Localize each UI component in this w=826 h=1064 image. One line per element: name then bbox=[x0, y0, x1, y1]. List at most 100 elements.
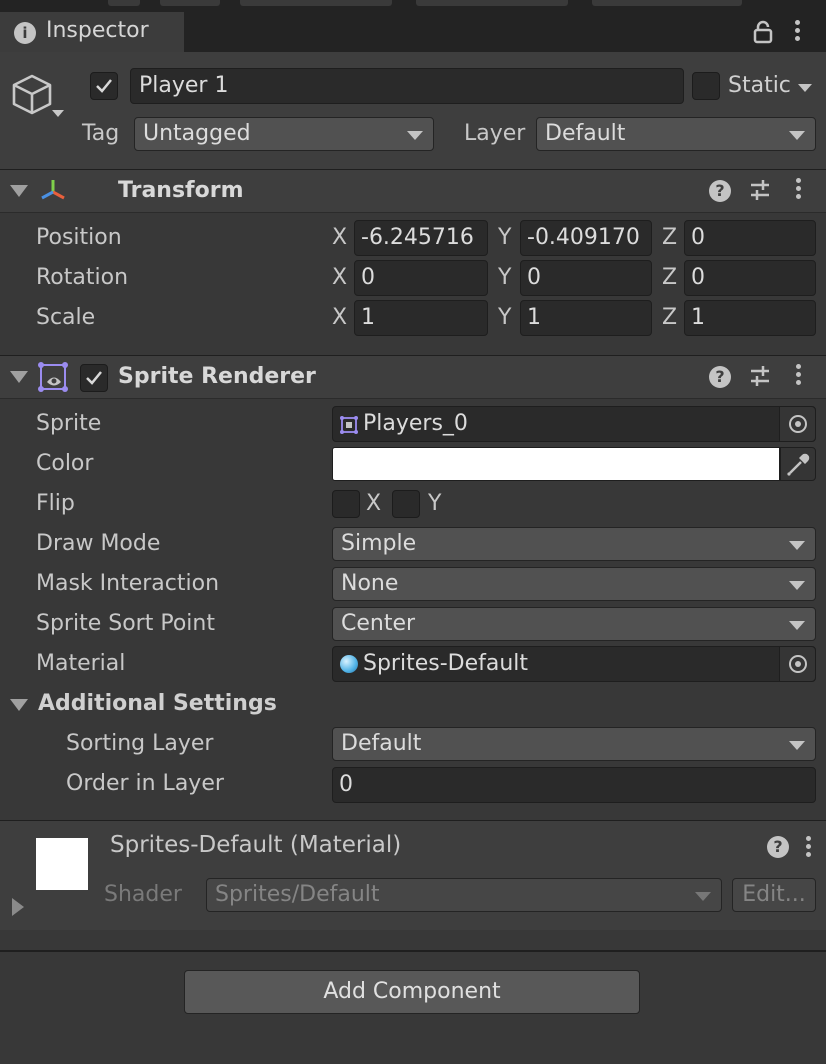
rotation-y-field[interactable]: 0 bbox=[520, 260, 652, 296]
help-icon[interactable]: ? bbox=[709, 180, 731, 202]
sorting-layer-dropdown[interactable]: Default bbox=[332, 727, 816, 761]
sorting-layer-label: Sorting Layer bbox=[66, 731, 214, 756]
layer-value: Default bbox=[545, 121, 626, 146]
lock-icon[interactable] bbox=[752, 20, 774, 44]
sprite-sort-point-value: Center bbox=[341, 611, 416, 636]
tag-label: Tag bbox=[82, 121, 120, 146]
kebab-menu-icon[interactable] bbox=[796, 178, 802, 202]
mask-interaction-value: None bbox=[341, 571, 399, 596]
axis-z-label: Z bbox=[662, 225, 678, 250]
sprite-renderer-title: Sprite Renderer bbox=[118, 364, 316, 389]
flip-x-checkbox[interactable] bbox=[332, 490, 360, 518]
scale-x-field[interactable]: 1 bbox=[354, 300, 488, 336]
rotation-z-field[interactable]: 0 bbox=[684, 260, 816, 296]
draw-mode-dropdown[interactable]: Simple bbox=[332, 527, 816, 561]
help-icon[interactable]: ? bbox=[767, 836, 789, 858]
axis-y-label: Y bbox=[498, 265, 512, 290]
material-label: Material bbox=[36, 651, 126, 676]
shader-dropdown[interactable]: Sprites/Default bbox=[206, 878, 722, 912]
additional-settings-label[interactable]: Additional Settings bbox=[38, 691, 277, 716]
shader-edit-button[interactable]: Edit... bbox=[732, 878, 816, 912]
axis-x-label: X bbox=[332, 265, 348, 290]
mask-interaction-dropdown[interactable]: None bbox=[332, 567, 816, 601]
sprite-renderer-foldout-icon[interactable] bbox=[10, 371, 28, 383]
transform-title: Transform bbox=[118, 178, 244, 203]
material-object-field[interactable]: Sprites-Default bbox=[332, 646, 816, 682]
chevron-down-icon bbox=[695, 892, 711, 901]
preset-sliders-icon[interactable] bbox=[748, 364, 772, 388]
shader-label: Shader bbox=[104, 882, 182, 907]
sprite-renderer-enabled-checkbox[interactable] bbox=[80, 364, 108, 392]
color-label: Color bbox=[36, 451, 94, 476]
draw-mode-label: Draw Mode bbox=[36, 531, 161, 556]
layer-label: Layer bbox=[464, 121, 526, 146]
sprite-renderer-icon bbox=[38, 362, 70, 392]
tab-label: Inspector bbox=[46, 18, 149, 43]
help-icon[interactable]: ? bbox=[709, 366, 731, 388]
material-value: Sprites-Default bbox=[363, 651, 529, 676]
sorting-layer-value: Default bbox=[341, 731, 422, 756]
gameobject-active-checkbox[interactable] bbox=[90, 72, 118, 100]
object-picker-icon[interactable] bbox=[779, 407, 815, 441]
chevron-down-icon bbox=[789, 621, 805, 630]
sprite-object-field[interactable]: Players_0 bbox=[332, 406, 816, 442]
sprite-asset-icon bbox=[340, 416, 358, 434]
position-y-field[interactable]: -0.409170 bbox=[520, 220, 652, 256]
position-z-field[interactable]: 0 bbox=[684, 220, 816, 256]
chevron-down-icon bbox=[407, 131, 423, 140]
additional-settings-foldout-icon[interactable] bbox=[10, 699, 28, 711]
chevron-down-icon bbox=[789, 741, 805, 750]
scale-y-field[interactable]: 1 bbox=[520, 300, 652, 336]
position-x-field[interactable]: -6.245716 bbox=[354, 220, 488, 256]
axis-z-label: Z bbox=[662, 265, 678, 290]
scale-label: Scale bbox=[36, 305, 96, 330]
object-picker-icon[interactable] bbox=[779, 647, 815, 681]
axis-x-label: X bbox=[332, 305, 348, 330]
kebab-menu-icon[interactable] bbox=[796, 364, 802, 388]
tag-dropdown[interactable]: Untagged bbox=[134, 117, 434, 151]
axis-y-label: Y bbox=[498, 305, 512, 330]
divider bbox=[0, 950, 826, 952]
static-label: Static bbox=[728, 73, 791, 98]
shader-value: Sprites/Default bbox=[215, 882, 380, 907]
scale-z-field[interactable]: 1 bbox=[684, 300, 816, 336]
order-in-layer-field[interactable]: 0 bbox=[332, 767, 816, 803]
draw-mode-value: Simple bbox=[341, 531, 417, 556]
gameobject-name-field[interactable]: Player 1 bbox=[130, 68, 684, 104]
color-swatch[interactable] bbox=[332, 447, 780, 481]
static-checkbox[interactable] bbox=[692, 72, 720, 100]
transform-foldout-icon[interactable] bbox=[10, 185, 28, 197]
sprite-sort-point-label: Sprite Sort Point bbox=[36, 611, 215, 636]
sprite-value: Players_0 bbox=[363, 411, 468, 436]
tab-menu-kebab-icon[interactable] bbox=[795, 20, 801, 44]
material-foldout-icon[interactable] bbox=[12, 898, 24, 916]
chevron-down-icon bbox=[789, 581, 805, 590]
material-preview-thumbnail bbox=[36, 838, 88, 890]
info-icon: i bbox=[14, 22, 36, 44]
sprite-sort-point-dropdown[interactable]: Center bbox=[332, 607, 816, 641]
rotation-label: Rotation bbox=[36, 265, 129, 290]
axis-x-label: X bbox=[332, 225, 348, 250]
chevron-down-icon bbox=[789, 541, 805, 550]
transform-icon bbox=[38, 176, 68, 206]
eyedropper-icon[interactable] bbox=[780, 447, 816, 481]
material-sphere-icon bbox=[340, 655, 358, 673]
flip-x-label: X bbox=[366, 491, 382, 516]
static-dropdown-arrow-icon[interactable] bbox=[798, 84, 812, 92]
flip-y-checkbox[interactable] bbox=[392, 490, 420, 518]
top-toolbar-strip bbox=[0, 0, 826, 12]
rotation-x-field[interactable]: 0 bbox=[354, 260, 488, 296]
layer-dropdown[interactable]: Default bbox=[536, 117, 816, 151]
preset-sliders-icon[interactable] bbox=[748, 178, 772, 202]
kebab-menu-icon[interactable] bbox=[806, 836, 812, 860]
sprite-label: Sprite bbox=[36, 411, 102, 436]
add-component-button[interactable]: Add Component bbox=[184, 970, 640, 1014]
material-title: Sprites-Default (Material) bbox=[110, 832, 402, 858]
gameobject-cube-icon[interactable] bbox=[10, 70, 66, 126]
axis-y-label: Y bbox=[498, 225, 512, 250]
order-in-layer-label: Order in Layer bbox=[66, 771, 224, 796]
flip-label: Flip bbox=[36, 491, 75, 516]
mask-interaction-label: Mask Interaction bbox=[36, 571, 220, 596]
flip-y-label: Y bbox=[428, 491, 442, 516]
position-label: Position bbox=[36, 225, 122, 250]
